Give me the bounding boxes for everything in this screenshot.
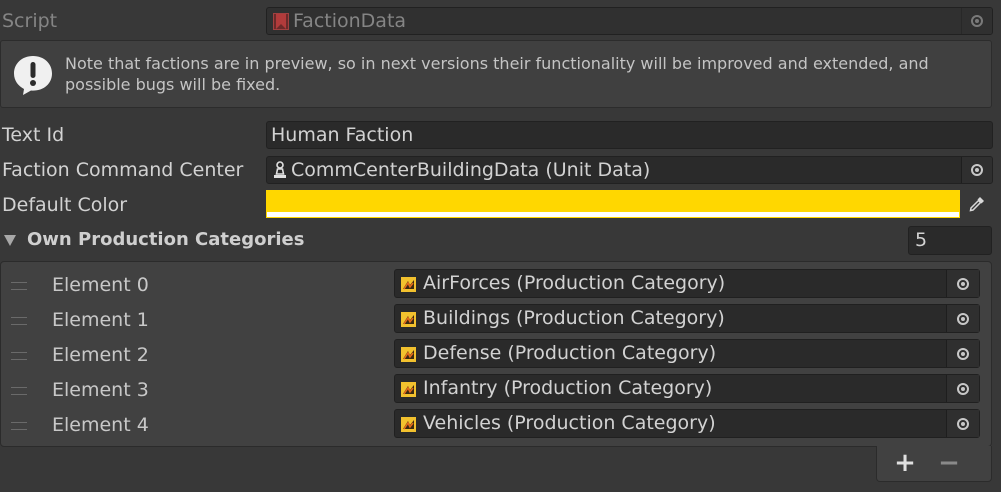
element-label: Element 3: [52, 379, 149, 401]
production-category-icon: [401, 382, 416, 397]
exclamation-icon: [14, 56, 52, 95]
element-picker-button[interactable]: [946, 375, 979, 402]
element-value: Defense (Production Category): [423, 342, 717, 364]
list-footer: + −: [876, 446, 992, 482]
text-id-input[interactable]: Human Faction: [266, 121, 993, 149]
element-value: AirForces (Production Category): [423, 272, 726, 294]
eyedropper-button[interactable]: [962, 190, 992, 218]
drag-handle[interactable]: [11, 317, 27, 325]
command-center-value: CommCenterBuildingData (Unit Data): [291, 159, 651, 181]
command-center-field[interactable]: CommCenterBuildingData (Unit Data): [266, 156, 993, 184]
production-category-icon: [401, 312, 416, 327]
remove-element-button[interactable]: −: [927, 446, 971, 480]
production-categories-label: Own Production Categories: [27, 229, 305, 250]
default-color-label: Default Color: [2, 194, 128, 216]
element-label: Element 4: [52, 414, 149, 436]
object-picker-icon: [957, 382, 969, 395]
production-categories-foldout[interactable]: Own Production Categories: [0, 226, 1001, 256]
foldout-arrow-icon[interactable]: [4, 235, 16, 246]
object-picker-icon: [957, 312, 969, 325]
list-item: Element 3 Infantry (Production Category): [1, 373, 991, 408]
script-value: FactionData: [293, 10, 407, 32]
command-center-label: Faction Command Center: [2, 159, 244, 181]
script-field[interactable]: FactionData: [266, 7, 993, 35]
note-text: Note that factions are in preview, so in…: [65, 54, 929, 94]
element-field[interactable]: Defense (Production Category): [394, 339, 980, 368]
element-field[interactable]: Buildings (Production Category): [394, 304, 980, 333]
list-item: Element 1 Buildings (Production Category…: [1, 303, 991, 338]
object-picker-icon: [971, 15, 983, 27]
list-item: Element 0 AirForces (Production Category…: [1, 268, 991, 303]
production-category-icon: [401, 417, 416, 432]
element-value: Buildings (Production Category): [423, 307, 725, 329]
element-label: Element 2: [52, 344, 149, 366]
element-field[interactable]: Infantry (Production Category): [394, 374, 980, 403]
add-element-button[interactable]: +: [883, 446, 927, 480]
element-value: Infantry (Production Category): [423, 377, 713, 399]
element-picker-button[interactable]: [946, 305, 979, 332]
list-size-input[interactable]: 5: [908, 226, 992, 255]
element-picker-button[interactable]: [946, 410, 979, 437]
text-id-label: Text Id: [2, 124, 65, 146]
script-file-icon: [273, 13, 289, 30]
element-picker-button[interactable]: [946, 270, 979, 297]
element-label: Element 0: [52, 274, 149, 296]
list-item: Element 2 Defense (Production Category): [1, 338, 991, 373]
element-field[interactable]: Vehicles (Production Category): [394, 409, 980, 438]
script-picker-button[interactable]: [961, 8, 992, 34]
object-picker-icon: [957, 347, 969, 360]
production-categories-list: Element 0 AirForces (Production Category…: [0, 261, 992, 447]
default-color-swatch[interactable]: [266, 190, 960, 218]
element-picker-button[interactable]: [946, 340, 979, 367]
element-label: Element 1: [52, 309, 149, 331]
drag-handle[interactable]: [11, 387, 27, 395]
script-row: Script FactionData: [0, 4, 1001, 38]
object-picker-icon: [971, 164, 983, 176]
chess-pawn-icon: [274, 161, 286, 178]
element-value: Vehicles (Production Category): [423, 412, 716, 434]
list-item: Element 4 Vehicles (Production Category): [1, 408, 991, 443]
command-center-picker-button[interactable]: [961, 157, 992, 183]
script-label: Script: [2, 10, 58, 32]
drag-handle[interactable]: [11, 282, 27, 290]
production-category-icon: [401, 277, 416, 292]
element-field[interactable]: AirForces (Production Category): [394, 269, 980, 298]
drag-handle[interactable]: [11, 422, 27, 430]
eyedropper-icon: [969, 197, 984, 212]
object-picker-icon: [957, 417, 969, 430]
command-center-row: Faction Command Center CommCenterBuildin…: [0, 153, 1001, 187]
preview-note: Note that factions are in preview, so in…: [0, 40, 992, 108]
object-picker-icon: [957, 277, 969, 290]
text-id-row: Text Id Human Faction: [0, 118, 1001, 152]
production-category-icon: [401, 347, 416, 362]
color-alpha-bar: [267, 212, 959, 217]
drag-handle[interactable]: [11, 352, 27, 360]
